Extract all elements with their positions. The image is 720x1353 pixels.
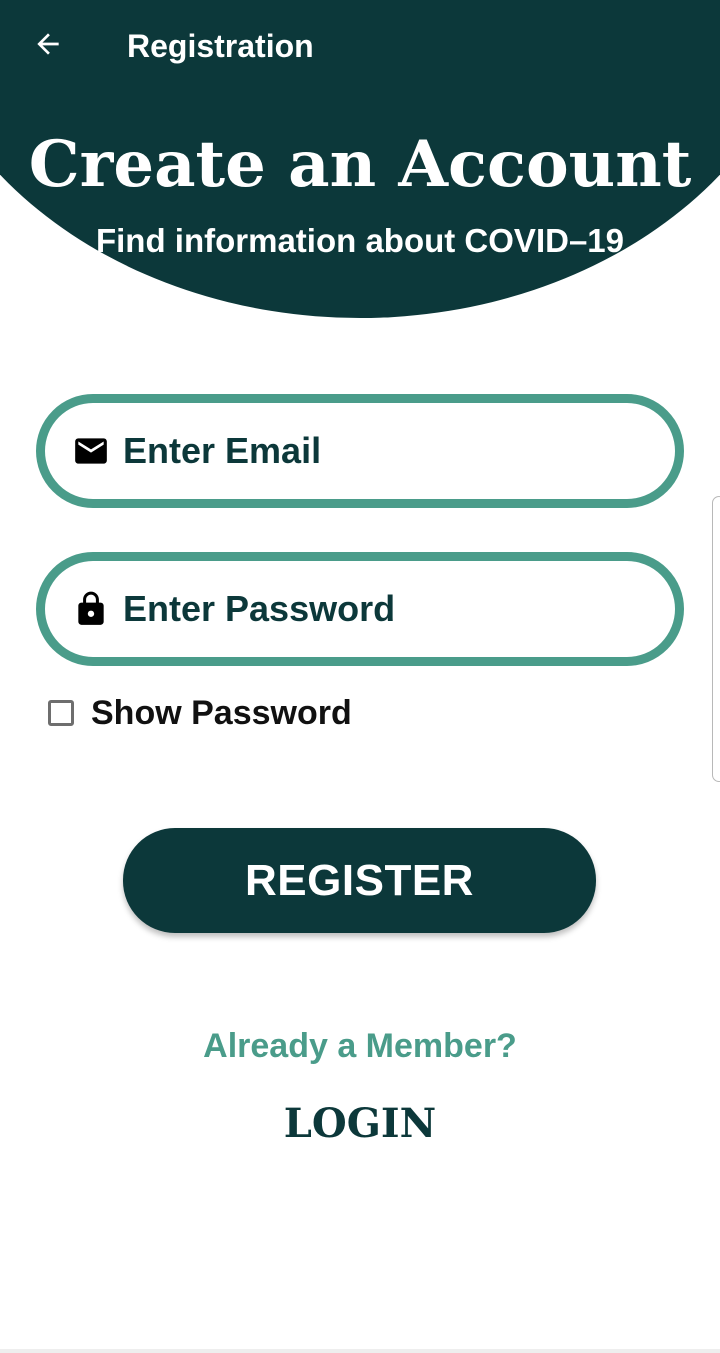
toolbar: Registration — [0, 0, 720, 92]
mail-icon — [72, 432, 110, 470]
already-member-text: Already a Member? — [203, 1027, 517, 1065]
scroll-indicator[interactable] — [712, 496, 720, 782]
email-field[interactable] — [36, 394, 684, 508]
bottom-divider — [0, 1349, 720, 1353]
lock-icon — [72, 590, 110, 628]
email-input[interactable] — [123, 403, 645, 499]
back-button[interactable] — [26, 22, 70, 66]
password-field[interactable] — [36, 552, 684, 666]
page-subtitle: Find information about COVID–19 — [95, 222, 625, 259]
registration-screen: Registration Create an Account Find info… — [0, 0, 720, 1353]
password-input[interactable] — [123, 561, 645, 657]
page-title: Create an Account — [28, 127, 692, 202]
show-password-toggle[interactable]: Show Password — [48, 692, 352, 734]
show-password-label: Show Password — [91, 694, 352, 732]
register-button-label: REGISTER — [245, 855, 474, 905]
register-button[interactable]: REGISTER — [123, 828, 596, 933]
toolbar-title: Registration — [127, 28, 314, 64]
show-password-checkbox[interactable] — [48, 700, 74, 726]
arrow-left-icon — [37, 33, 59, 55]
login-link[interactable]: LOGIN — [0, 1098, 720, 1150]
